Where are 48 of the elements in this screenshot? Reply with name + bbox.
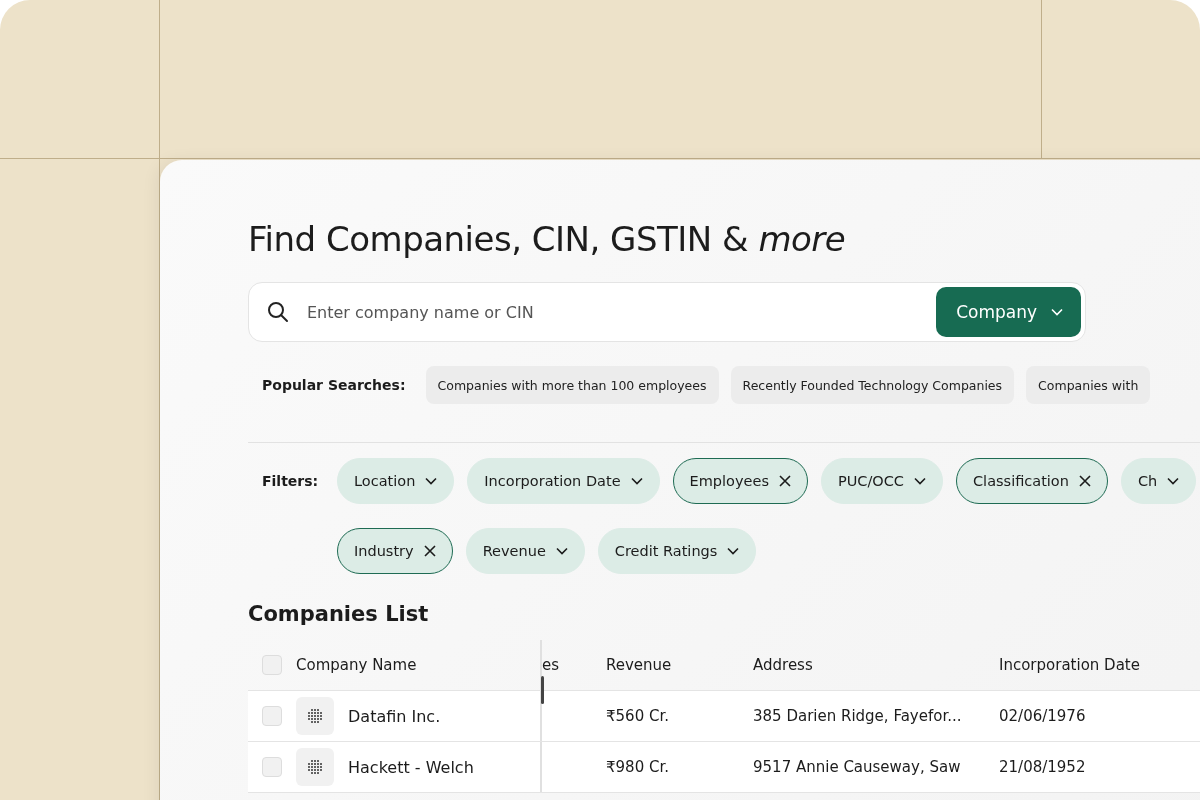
caret-icon [1051, 308, 1063, 316]
table-cell: 9517 Annie Causeway, Saw [753, 758, 961, 776]
table-cell: ₹560 Cr. [606, 707, 669, 725]
popular-searches-label: Popular Searches: [262, 377, 406, 393]
filter-chip[interactable]: Location [337, 458, 455, 504]
section-heading: Companies List [248, 602, 430, 626]
caret-icon [1167, 477, 1180, 485]
popular-search-chip[interactable]: Companies with [1026, 366, 1151, 404]
select-all-checkbox[interactable] [262, 655, 282, 675]
filter-chip[interactable]: Incorporation Date [467, 458, 660, 504]
filter-chip[interactable]: Classification [956, 458, 1108, 504]
company-name[interactable]: Hackett - Welch [348, 757, 474, 777]
row-checkbox[interactable] [262, 706, 282, 726]
column-header: Incorporation Date [999, 656, 1140, 674]
filter-chip[interactable]: Credit Ratings [597, 528, 757, 574]
caret-icon [555, 547, 568, 555]
filter-chip[interactable]: PUC/OCC [820, 458, 943, 504]
caret-icon [425, 477, 438, 485]
column-header: Company Name [296, 656, 417, 674]
caret-icon [727, 547, 740, 555]
popular-search-chip[interactable]: Companies with more than 100 employees [425, 366, 719, 404]
column-header: es [542, 656, 560, 674]
table-cell: 02/06/1976 [999, 707, 1086, 725]
scrollbar-thumb[interactable] [541, 676, 544, 704]
company-name[interactable]: Datafin Inc. [348, 706, 441, 726]
filter-chip[interactable]: Revenue [465, 528, 585, 574]
search-icon [267, 301, 289, 323]
row-checkbox[interactable] [262, 757, 282, 777]
caret-icon [914, 477, 926, 485]
table-cell: 385 Darien Ridge, Fayefor... [753, 707, 962, 725]
search-type-dropdown[interactable]: Company [936, 287, 1081, 337]
search-field[interactable]: Enter company name or CIN Company [248, 282, 1086, 342]
close-icon [423, 545, 436, 557]
dot-grid-icon [307, 759, 323, 775]
dot-grid-icon [307, 708, 323, 724]
filter-chip[interactable]: Industry [337, 528, 453, 574]
close-icon [778, 475, 791, 487]
table-cell: 21/08/1952 [999, 758, 1086, 776]
page-title: Find Companies, CIN, GSTIN & more [248, 218, 847, 261]
column-header: Revenue [606, 656, 672, 674]
table-cell: ₹980 Cr. [606, 758, 669, 776]
close-icon [1078, 475, 1091, 487]
popular-search-chip[interactable]: Recently Founded Technology Companies [730, 366, 1015, 404]
column-header: Address [753, 656, 813, 674]
caret-icon [630, 477, 643, 485]
filter-chip[interactable]: Ch [1120, 458, 1197, 504]
filters-label: Filters: [262, 473, 320, 489]
filter-chip[interactable]: Employees [672, 458, 808, 504]
